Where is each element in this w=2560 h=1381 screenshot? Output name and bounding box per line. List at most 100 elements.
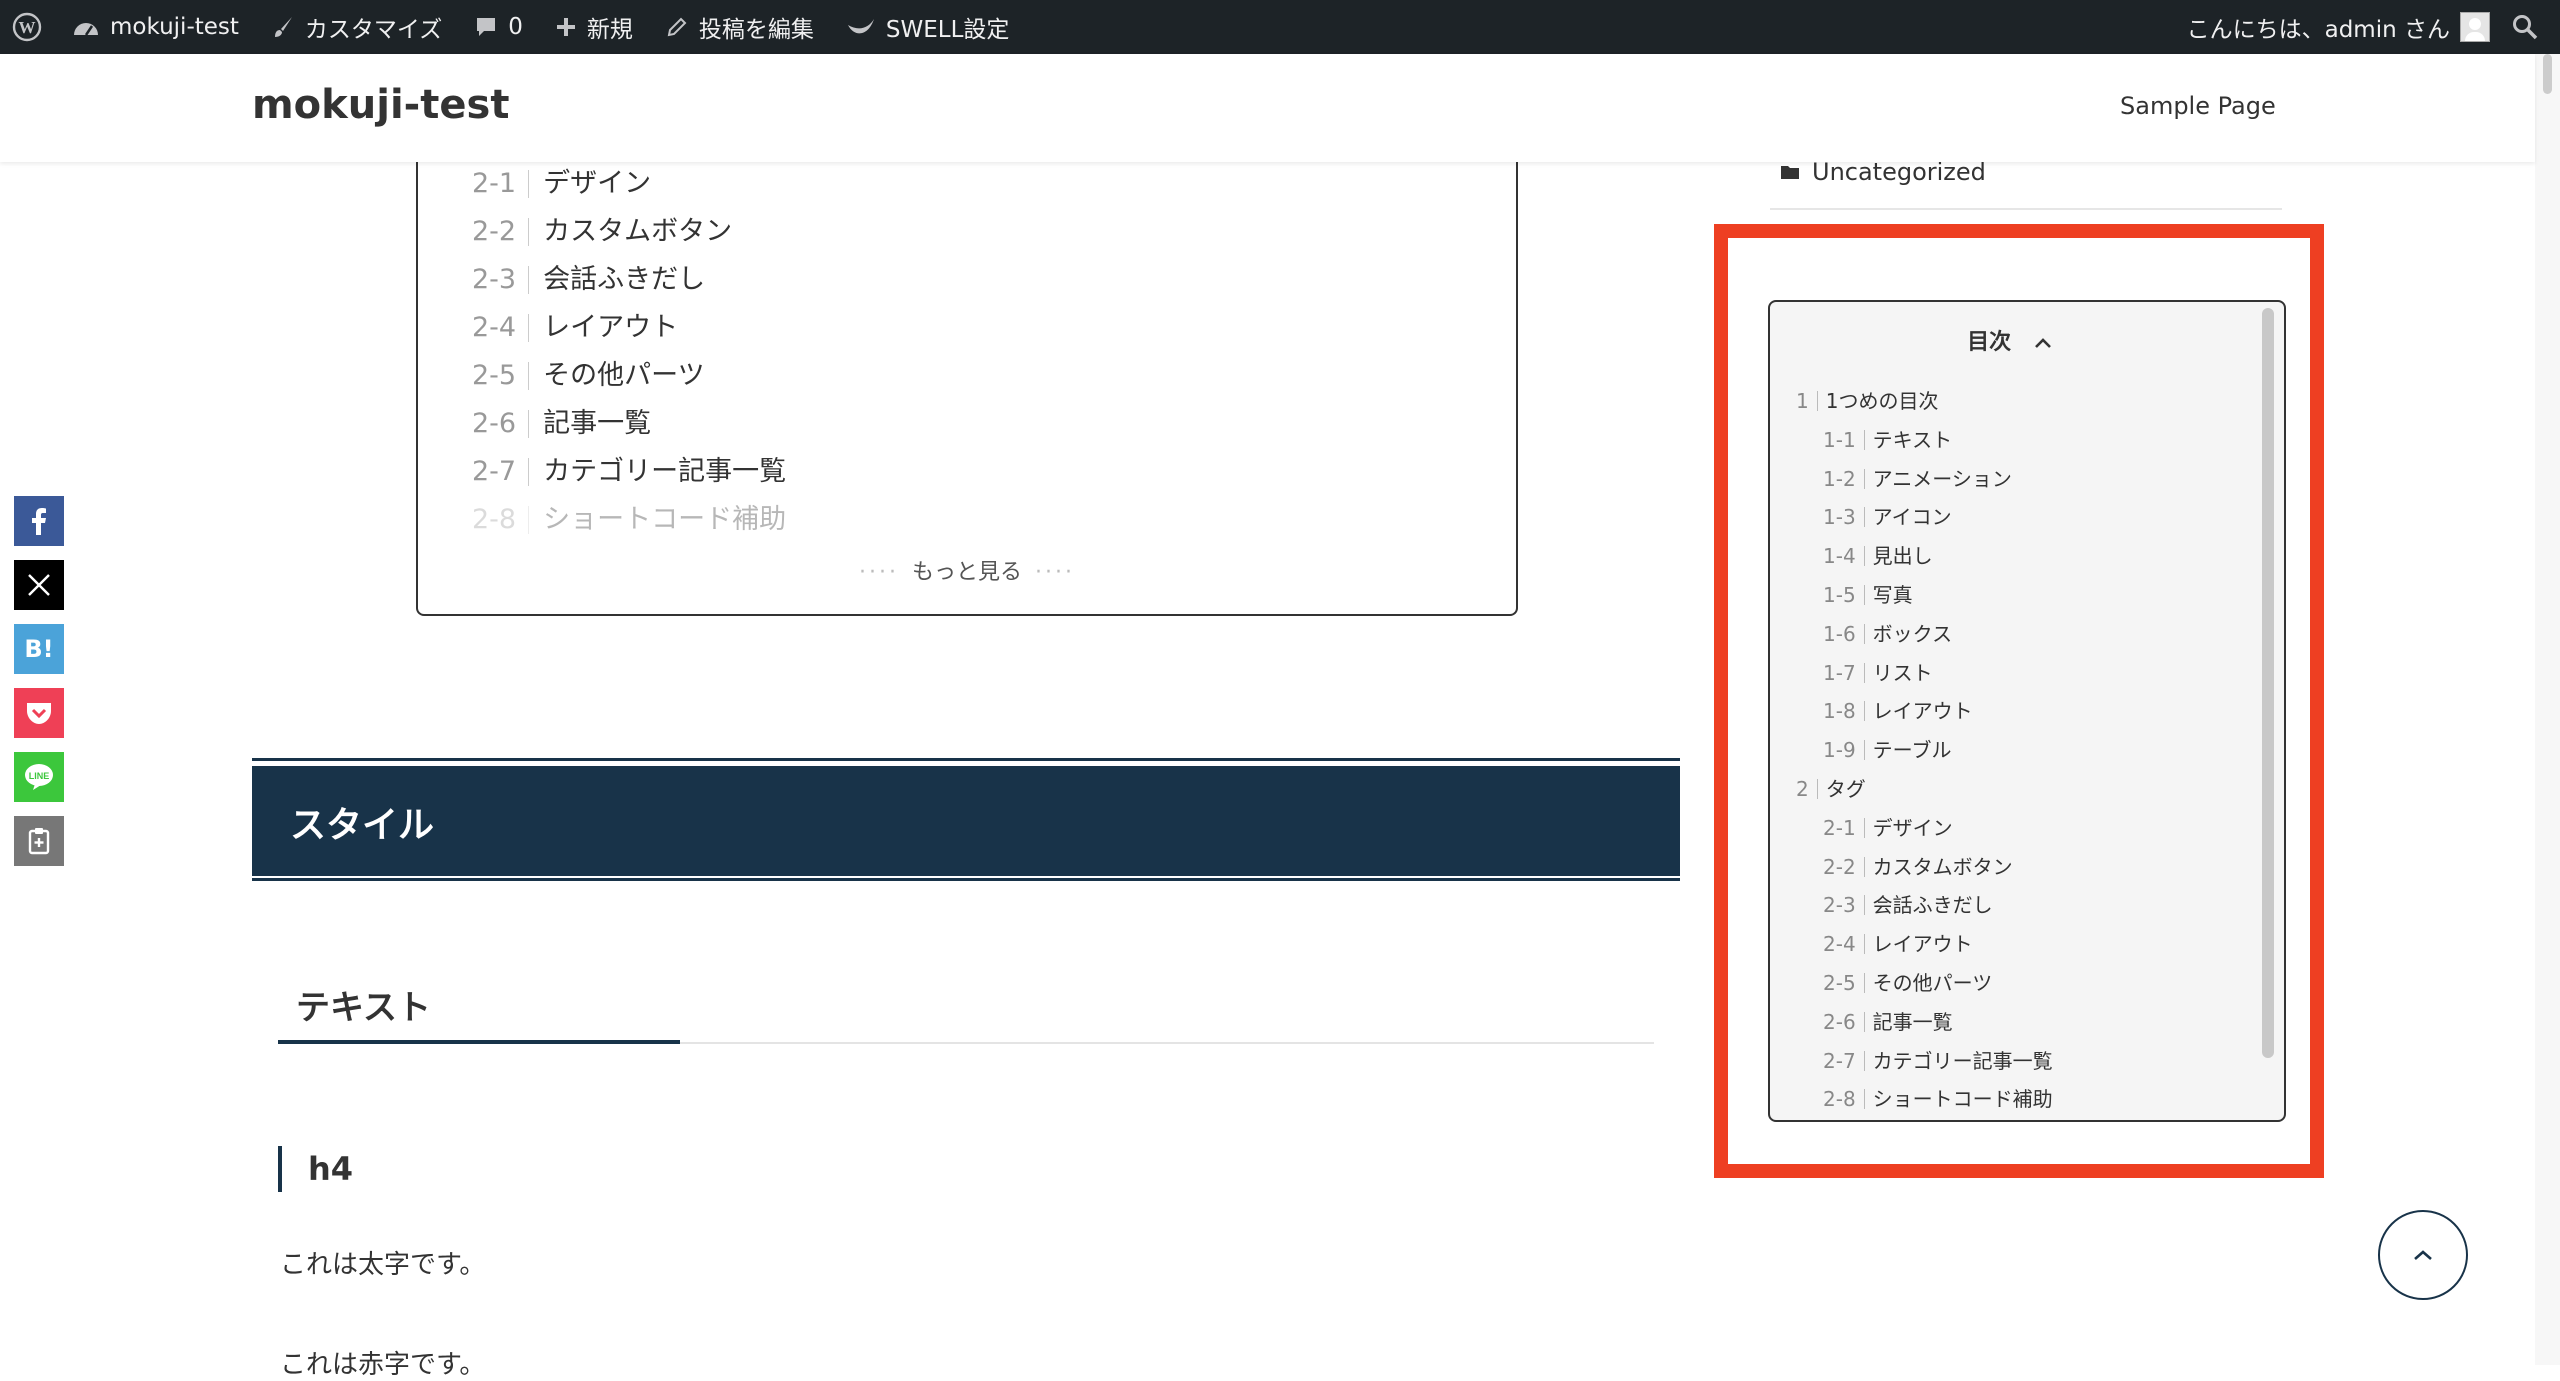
toc-item-label: アニメーション	[1872, 466, 2012, 491]
content-toc-item[interactable]: 2-6 記事一覧	[472, 400, 786, 448]
share-pocket-button[interactable]	[14, 688, 64, 738]
sidebar-toc-item[interactable]: 2-4 レイアウト	[1796, 925, 2053, 964]
toc-item-number: 2	[1796, 778, 1818, 799]
admin-bar: W mokuji-test カスタマイズ 0 新規 投稿を編集 SWELL設定 …	[0, 0, 2560, 54]
admin-bar-new-label: 新規	[586, 17, 633, 43]
toc-item-label: その他パーツ	[543, 360, 705, 391]
page-scrollbar-thumb[interactable]	[2543, 54, 2552, 94]
sidebar-toc-item[interactable]: 1-2 アニメーション	[1796, 460, 2053, 499]
sidebar-toc-item[interactable]: 2-1 デザイン	[1796, 809, 2053, 848]
toc-item-number: 2-7	[472, 458, 530, 486]
content-toc-list: 2-1 デザイン 2-2 カスタムボタン 2-3 会話ふきだし 2-4 レイアウト 2-…	[472, 160, 786, 544]
paragraph-red: これは赤字です。	[280, 1350, 486, 1380]
wordpress-logo-icon[interactable]: W	[0, 0, 56, 54]
content-toc: 2-1 デザイン 2-2 カスタムボタン 2-3 会話ふきだし 2-4 レイアウト 2-…	[416, 120, 1518, 616]
share-copy-button[interactable]	[14, 816, 64, 866]
toc-item-number: 2-2	[472, 218, 530, 246]
toc-item-number: 2-1	[472, 170, 530, 198]
svg-text:LINE: LINE	[29, 771, 50, 781]
admin-bar-comments[interactable]: 0	[458, 0, 539, 54]
chevron-up-icon[interactable]	[2033, 336, 2053, 350]
toc-item-label: レイアウト	[1872, 699, 1973, 724]
sidebar-toc-list: 1 1つめの目次 1-1 テキスト 1-2 アニメーション 1-3 アイコン 1-4 見出…	[1796, 382, 2053, 1119]
toc-item-number: 1-5	[1823, 584, 1865, 605]
h2-heading-band: スタイル	[252, 766, 1680, 876]
content-toc-item[interactable]: 2-7 カテゴリー記事一覧	[472, 448, 786, 496]
sidebar-divider	[1770, 208, 2282, 210]
toc-item-number: 1-7	[1823, 662, 1865, 683]
sidebar-toc-item[interactable]: 1-8 レイアウト	[1796, 692, 2053, 731]
facebook-icon	[32, 508, 46, 535]
admin-bar-swell-settings[interactable]: SWELL設定	[830, 0, 1026, 54]
content-toc-item[interactable]: 2-8 ショートコード補助	[472, 496, 786, 544]
sidebar-toc-item[interactable]: 2-3 会話ふきだし	[1796, 886, 2053, 925]
content-toc-item[interactable]: 2-1 デザイン	[472, 160, 786, 208]
sidebar-toc-scrollbar[interactable]	[2262, 308, 2274, 1058]
svg-text:W: W	[19, 18, 36, 37]
sidebar-toc-item[interactable]: 1-5 写真	[1796, 576, 2053, 615]
admin-bar-search[interactable]	[2502, 0, 2560, 54]
toc-more-dots-left: ····	[859, 560, 899, 585]
page-scrollbar[interactable]	[2535, 54, 2560, 1365]
toc-more-button[interactable]: ···· もっと見る ····	[418, 554, 1516, 586]
sidebar-toc-item[interactable]: 1-9 テーブル	[1796, 731, 2053, 770]
admin-bar-new[interactable]: 新規	[539, 0, 649, 54]
sidebar-toc-item[interactable]: 1-6 ボックス	[1796, 615, 2053, 654]
admin-bar-site-link[interactable]: mokuji-test	[56, 0, 255, 54]
sidebar-toc-item[interactable]: 2-8 ショートコード補助	[1796, 1080, 2053, 1119]
toc-item-label: 記事一覧	[1872, 1009, 1953, 1034]
toc-item-label: タグ	[1825, 776, 1866, 801]
toc-item-label: 見出し	[1872, 544, 1933, 569]
admin-bar-edit-post[interactable]: 投稿を編集	[649, 0, 830, 54]
toc-item-number: 2-4	[472, 314, 530, 342]
admin-bar-right: こんにちは、admin さん	[2171, 0, 2560, 54]
toc-item-number: 2-7	[1823, 1050, 1865, 1071]
brush-icon	[274, 17, 292, 37]
admin-bar-customize[interactable]: カスタマイズ	[255, 0, 458, 54]
toc-item-number: 1-8	[1823, 701, 1865, 722]
site-title[interactable]: mokuji-test	[252, 82, 509, 128]
content-toc-item[interactable]: 2-4 レイアウト	[472, 304, 786, 352]
swell-swallow-icon	[847, 19, 874, 34]
toc-item-number: 2-3	[1823, 895, 1865, 916]
h3-underline-accent	[278, 1040, 680, 1044]
sidebar-toc-item[interactable]: 1-3 アイコン	[1796, 498, 2053, 537]
share-hatena-button[interactable]: B!	[14, 624, 64, 674]
sidebar-toc-item[interactable]: 1-1 テキスト	[1796, 421, 2053, 460]
paragraph-bold: これは太字です。	[280, 1250, 486, 1280]
toc-item-label: レイアウト	[1872, 932, 1973, 957]
toc-item-number: 1-2	[1823, 468, 1865, 489]
sidebar-toc-item[interactable]: 1 1つめの目次	[1796, 382, 2053, 421]
toc-item-number: 1-9	[1823, 740, 1865, 761]
sidebar-toc-item[interactable]: 2 タグ	[1796, 770, 2053, 809]
share-facebook-button[interactable]	[14, 496, 64, 546]
toc-item-number: 1-1	[1823, 429, 1865, 450]
sidebar-toc-item[interactable]: 2-5 その他パーツ	[1796, 964, 2053, 1003]
sidebar-toc-item[interactable]: 1-4 見出し	[1796, 537, 2053, 576]
admin-bar-customize-label: カスタマイズ	[304, 17, 443, 43]
sidebar-toc-item[interactable]: 1-7 リスト	[1796, 654, 2053, 693]
back-to-top-button[interactable]	[2378, 1210, 2468, 1300]
toc-item-label: デザイン	[1872, 815, 1953, 840]
content-toc-item[interactable]: 2-5 その他パーツ	[472, 352, 786, 400]
sidebar-category-uncategorized[interactable]: Uncategorized	[1780, 158, 1986, 186]
toc-more-label: もっと見る	[911, 560, 1022, 585]
toc-item-number: 1	[1796, 391, 1818, 411]
h2-border-bottom	[252, 878, 1680, 881]
sidebar-toc-item[interactable]: 2-2 カスタムボタン	[1796, 848, 2053, 887]
sidebar-toc-header[interactable]: 目次	[1770, 324, 2250, 356]
toc-item-label: リスト	[1872, 660, 1933, 685]
toc-item-label: カスタムボタン	[543, 216, 733, 247]
content-toc-item[interactable]: 2-3 会話ふきだし	[472, 256, 786, 304]
share-line-button[interactable]: LINE	[14, 752, 64, 802]
admin-bar-account[interactable]: こんにちは、admin さん	[2171, 0, 2502, 54]
nav-item-sample-page[interactable]: Sample Page	[2120, 92, 2276, 120]
line-icon: LINE	[25, 764, 53, 790]
sidebar-toc-item[interactable]: 2-6 記事一覧	[1796, 1003, 2053, 1042]
sidebar-toc-item[interactable]: 2-7 カテゴリー記事一覧	[1796, 1042, 2053, 1081]
site-header: mokuji-test Sample Page	[0, 54, 2535, 162]
pocket-icon	[27, 703, 51, 724]
content-toc-item[interactable]: 2-2 カスタムボタン	[472, 208, 786, 256]
share-x-button[interactable]	[14, 560, 64, 610]
toc-item-label: 写真	[1872, 582, 1913, 607]
